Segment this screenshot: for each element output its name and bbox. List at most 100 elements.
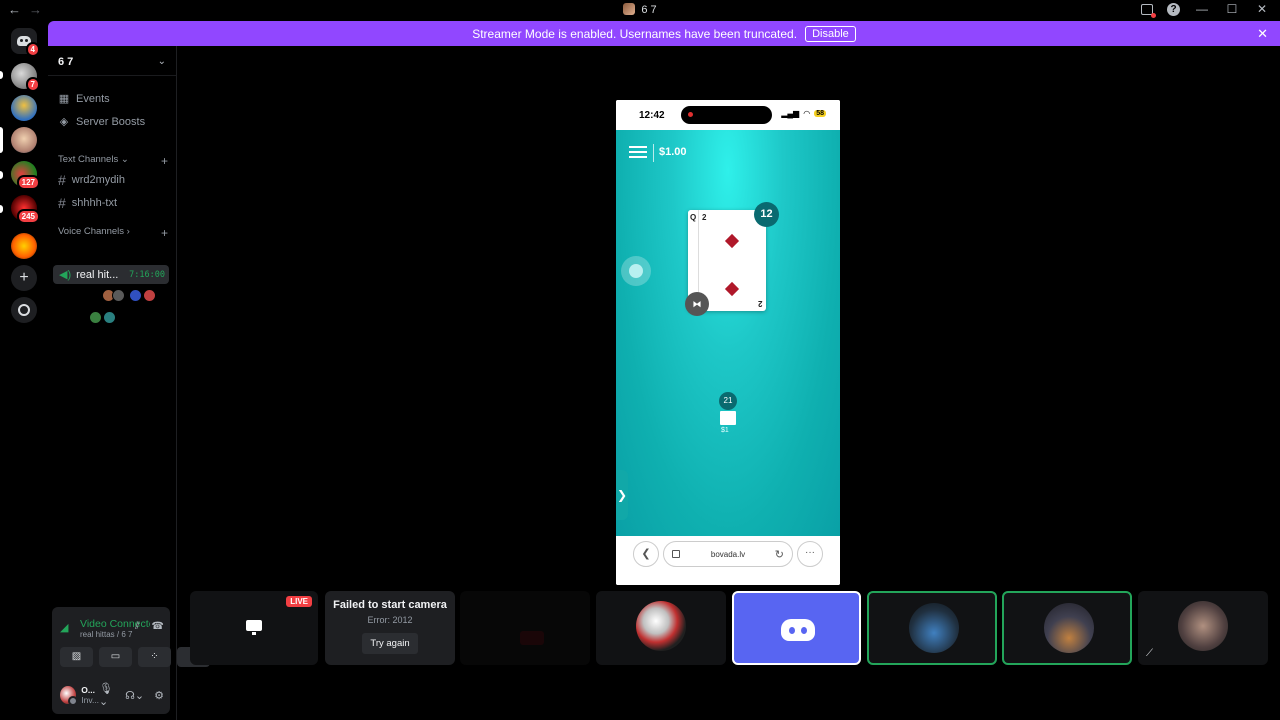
live-badge: LIVE xyxy=(286,596,312,607)
server-icon-6[interactable] xyxy=(11,233,37,259)
speaker-icon: ◀) xyxy=(59,269,72,281)
events-label: Events xyxy=(76,92,110,105)
boost-icon: ◈ xyxy=(59,116,69,128)
reload-icon[interactable]: ↻ xyxy=(775,548,784,561)
screen-share-button[interactable]: ▭ xyxy=(99,647,132,667)
avatar xyxy=(1178,601,1228,651)
participant-tile[interactable] xyxy=(596,591,726,665)
channel-item[interactable]: # wrd2mydih xyxy=(58,172,125,188)
more-options-button[interactable]: ··· xyxy=(797,541,823,567)
discover-button[interactable] xyxy=(11,297,37,323)
channel-name: shhhh-txt xyxy=(71,197,118,209)
screen-share-tile[interactable]: LIVE xyxy=(190,591,318,665)
voice-user-avatar[interactable] xyxy=(89,311,102,324)
server-icon-4[interactable]: 127 xyxy=(11,161,40,190)
window-controls: ? — ☐ ✕ xyxy=(1141,2,1270,18)
noise-suppression-icon[interactable]: ⫽ xyxy=(135,621,139,632)
mention-badge: 127 xyxy=(16,175,40,190)
chip-icon[interactable] xyxy=(621,256,651,286)
voice-user-avatar[interactable] xyxy=(112,289,125,302)
voice-channels-category[interactable]: Voice Channels › + xyxy=(58,226,168,240)
avatar xyxy=(1044,603,1094,653)
banner-message: Streamer Mode is enabled. Usernames have… xyxy=(472,26,798,41)
calendar-icon: ▦ xyxy=(58,93,70,105)
unread-badge: 4 xyxy=(25,42,40,57)
participant-tile[interactable]: ⟋ xyxy=(1138,591,1268,665)
server-header[interactable]: 6 7 ⌄ xyxy=(48,46,176,76)
browser-back-button[interactable]: ❮ xyxy=(633,541,659,567)
activities-button[interactable]: ⁘ xyxy=(138,647,171,667)
voice-controls: ⫽ ☎ xyxy=(135,621,164,632)
discord-logo-icon xyxy=(781,619,815,641)
mention-badge: 7 xyxy=(25,77,40,92)
server-icon-5[interactable]: 245 xyxy=(11,195,40,224)
expand-tab[interactable]: ❯ xyxy=(616,470,628,520)
minimize-button[interactable]: — xyxy=(1194,2,1210,16)
camera-error-title: Failed to start camera xyxy=(333,599,447,611)
server-icon xyxy=(623,3,636,15)
add-server-button[interactable]: + xyxy=(11,265,37,291)
disconnect-icon[interactable]: ☎ xyxy=(152,621,164,632)
server-icon-2[interactable] xyxy=(11,95,37,121)
window-title: 6 7 xyxy=(0,3,1280,16)
text-channels-category[interactable]: Text Channels ⌄ + xyxy=(58,154,168,168)
settings-gear-icon[interactable]: ⚙ xyxy=(154,689,164,702)
participant-tile[interactable] xyxy=(460,591,590,665)
server-name: 6 7 xyxy=(58,56,74,68)
events-item[interactable]: ▦ Events xyxy=(58,92,110,106)
active-voice-channel[interactable]: ◀) real hit... 7:16:00 xyxy=(53,265,169,284)
participant-tile[interactable] xyxy=(867,591,997,665)
signal-icon: ◢ xyxy=(60,622,69,634)
url-bar[interactable]: bovada.lv ↻ xyxy=(663,541,793,567)
unread-pill xyxy=(0,205,3,213)
main-area: Streamer Mode is enabled. Usernames have… xyxy=(48,21,1280,720)
hamburger-menu-icon[interactable] xyxy=(629,146,647,161)
microphone-icon[interactable]: 🎙︎⌄ xyxy=(99,682,115,708)
disable-streamer-mode-button[interactable]: Disable xyxy=(805,25,856,42)
blackjack-table: $1.00 2 2 Q 12 ⧓ 21 $1 ❯ xyxy=(616,130,840,536)
participant-tile[interactable] xyxy=(732,591,861,665)
chevron-down-icon: ⌄ xyxy=(120,154,129,165)
avatar xyxy=(909,603,959,653)
user-panel: ◢ Video Connected real hittas / 6 7 ⫽ ☎ … xyxy=(52,607,210,714)
add-channel-icon[interactable]: + xyxy=(161,226,168,240)
try-again-button[interactable]: Try again xyxy=(362,633,418,654)
browser-toolbar: ❮ bovada.lv ↻ ··· xyxy=(616,536,840,585)
direct-messages-button[interactable]: 4 xyxy=(11,28,40,57)
unread-pill xyxy=(0,71,3,79)
player-score: 21 xyxy=(719,392,737,410)
selected-pill xyxy=(0,127,3,153)
avatar[interactable] xyxy=(60,686,79,706)
status-time: 12:42 xyxy=(639,110,665,121)
player-cards xyxy=(720,411,736,425)
channel-item[interactable]: # shhhh-txt xyxy=(58,195,117,211)
voice-user-avatar[interactable] xyxy=(129,289,142,302)
camera-off-button[interactable]: ▨ xyxy=(60,647,93,667)
headphones-icon[interactable]: ☊⌄ xyxy=(125,689,144,702)
inbox-icon[interactable] xyxy=(1141,3,1156,18)
avatar xyxy=(636,601,686,651)
stream-view[interactable]: 12:42 ▂▄▆ ◠ 58 $1.00 2 2 Q 12 ⧓ 21 $1 ❯ … xyxy=(616,100,840,585)
title-bar: ← → 6 7 ? — ☐ ✕ xyxy=(0,0,1280,21)
compass-icon xyxy=(18,304,30,316)
channel-name: wrd2mydih xyxy=(71,174,125,186)
close-button[interactable]: ✕ xyxy=(1254,2,1270,16)
voice-timer: 7:16:00 xyxy=(129,269,165,280)
voice-user-avatar[interactable] xyxy=(103,311,116,324)
server-icon-3[interactable] xyxy=(11,127,37,153)
server-boosts-item[interactable]: ◈ Server Boosts xyxy=(58,115,146,129)
add-channel-icon[interactable]: + xyxy=(161,154,168,168)
username: O... xyxy=(81,685,95,695)
server-icon-1[interactable]: 7 xyxy=(11,63,40,92)
diamond-suit-icon xyxy=(724,233,740,249)
help-icon[interactable]: ? xyxy=(1167,2,1180,16)
camera-error-code: Error: 2012 xyxy=(367,615,413,625)
voice-user-avatar[interactable] xyxy=(143,289,156,302)
account-row: O... Inv... 🎙︎⌄ ☊⌄ ⚙ xyxy=(60,681,164,709)
participant-tile[interactable] xyxy=(1002,591,1132,665)
maximize-button[interactable]: ☐ xyxy=(1224,2,1240,16)
player-bet: $1 xyxy=(721,427,729,434)
server-boosts-label: Server Boosts xyxy=(76,115,146,128)
muted-icon: ⟋ xyxy=(1146,648,1153,659)
close-icon[interactable]: ✕ xyxy=(1257,26,1268,42)
